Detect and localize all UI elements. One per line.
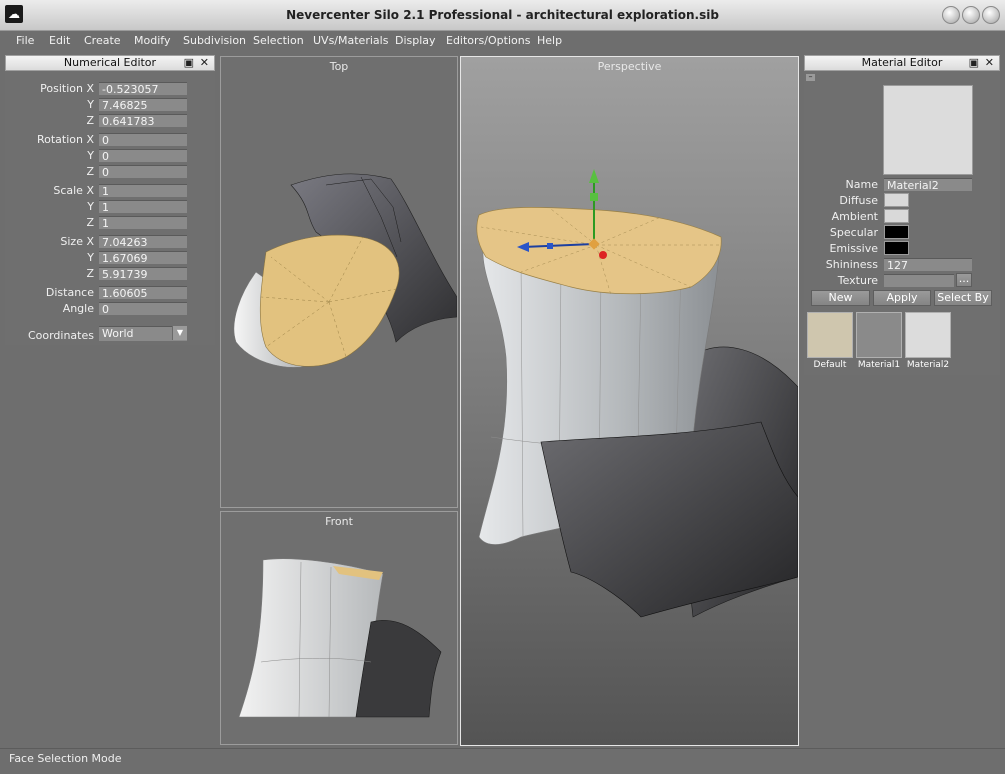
rotation-y-label: Y (87, 149, 94, 162)
apply-material-button[interactable]: Apply (873, 290, 931, 306)
viewport-top[interactable]: Top (220, 56, 458, 508)
position-x-field[interactable]: -0.523057 (99, 82, 187, 96)
menu-uvs-materials[interactable]: UVs/Materials (313, 34, 388, 47)
menu-help[interactable]: Help (537, 34, 562, 47)
menu-display[interactable]: Display (395, 34, 436, 47)
size-x-field[interactable]: 7.04263 (99, 235, 187, 249)
position-y-field[interactable]: 7.46825 (99, 98, 187, 112)
material-thumb-default-label: Default (813, 360, 847, 370)
title-bar: ☁ Nevercenter Silo 2.1 Professional - ar… (0, 0, 1005, 31)
material-thumb-material1-label: Material1 (857, 360, 901, 370)
scale-z-field[interactable]: 1 (99, 216, 187, 230)
menu-selection[interactable]: Selection (253, 34, 304, 47)
material-editor-header: Material Editor ▣ ✕ (804, 55, 1000, 71)
material-name-field[interactable]: Material2 (884, 178, 972, 192)
size-x-label: Size X (60, 235, 94, 248)
viewport-front[interactable]: Front (220, 511, 458, 745)
scale-x-field[interactable]: 1 (99, 184, 187, 198)
rotation-z-field[interactable]: 0 (99, 165, 187, 179)
rotation-x-field[interactable]: 0 (99, 133, 187, 147)
ambient-swatch[interactable] (884, 209, 909, 223)
rotation-z-label: Z (86, 165, 94, 178)
close-icon[interactable]: ✕ (985, 56, 994, 70)
scale-z-label: Z (86, 216, 94, 229)
status-text: Face Selection Mode (9, 752, 122, 765)
numerical-editor-title: Numerical Editor (63, 56, 157, 69)
material-editor-title: Material Editor (861, 56, 943, 69)
position-y-label: Y (87, 98, 94, 111)
float-icon[interactable]: ▣ (969, 56, 979, 70)
menu-edit[interactable]: Edit (49, 34, 70, 47)
menu-file[interactable]: File (16, 34, 34, 47)
shininess-field[interactable]: 127 (884, 258, 972, 272)
texture-label: Texture (837, 274, 878, 287)
menu-modify[interactable]: Modify (134, 34, 170, 47)
material-thumb-default[interactable] (807, 312, 853, 358)
close-icon[interactable]: ✕ (200, 56, 209, 70)
menu-bar: File Edit Create Modify Subdivision Sele… (0, 31, 1005, 52)
emissive-label: Emissive (829, 242, 878, 255)
front-view-model (238, 558, 442, 718)
position-z-label: Z (86, 114, 94, 127)
viewport-perspective[interactable]: Perspective (460, 56, 799, 746)
emissive-swatch[interactable] (884, 241, 909, 255)
size-z-field[interactable]: 5.91739 (99, 267, 187, 281)
maximize-button[interactable] (962, 6, 980, 24)
shininess-label: Shininess (825, 258, 878, 271)
status-bar: Face Selection Mode (0, 748, 1005, 774)
size-y-label: Y (87, 251, 94, 264)
float-icon[interactable]: ▣ (184, 56, 194, 70)
texture-browse-button[interactable]: ... (956, 273, 972, 287)
size-z-label: Z (86, 267, 94, 280)
chevron-down-icon[interactable]: ▼ (172, 326, 187, 340)
distance-field[interactable]: 1.60605 (99, 286, 187, 300)
angle-field[interactable]: 0 (99, 302, 187, 316)
name-label: Name (845, 178, 878, 191)
menu-create[interactable]: Create (84, 34, 121, 47)
material-preview (883, 85, 973, 175)
specular-label: Specular (829, 226, 878, 239)
ambient-label: Ambient (831, 210, 878, 223)
scale-y-field[interactable]: 1 (99, 200, 187, 214)
new-material-button[interactable]: New (811, 290, 870, 306)
scale-x-label: Scale X (53, 184, 94, 197)
window-title: Nevercenter Silo 2.1 Professional - arch… (286, 8, 719, 22)
material-thumb-material1[interactable] (856, 312, 902, 358)
rotation-x-label: Rotation X (36, 133, 94, 146)
rotation-y-field[interactable]: 0 (99, 149, 187, 163)
collapse-icon[interactable]: – (806, 73, 815, 81)
texture-field[interactable] (884, 274, 954, 287)
minimize-button[interactable] (942, 6, 960, 24)
menu-editors-options[interactable]: Editors/Options (446, 34, 530, 47)
coordinates-value: World (102, 327, 134, 340)
diffuse-swatch[interactable] (884, 193, 909, 207)
material-thumb-material2-label: Material2 (906, 360, 950, 370)
close-button[interactable] (982, 6, 1000, 24)
material-thumb-material2[interactable] (905, 312, 951, 358)
menu-subdivision[interactable]: Subdivision (183, 34, 246, 47)
scale-y-label: Y (87, 200, 94, 213)
angle-label: Angle (62, 302, 94, 315)
select-by-button[interactable]: Select By (934, 290, 992, 306)
position-z-field[interactable]: 0.641783 (99, 114, 187, 128)
top-view-model (233, 173, 457, 368)
diffuse-label: Diffuse (839, 194, 878, 207)
specular-swatch[interactable] (884, 225, 909, 239)
perspective-view-model (476, 169, 798, 618)
coordinates-label: Coordinates (27, 329, 94, 342)
numerical-editor-header: Numerical Editor ▣ ✕ (5, 55, 215, 71)
distance-label: Distance (45, 286, 94, 299)
position-x-label: Position X (40, 82, 94, 95)
size-y-field[interactable]: 1.67069 (99, 251, 187, 265)
coordinates-dropdown[interactable]: World ▼ (99, 326, 187, 341)
